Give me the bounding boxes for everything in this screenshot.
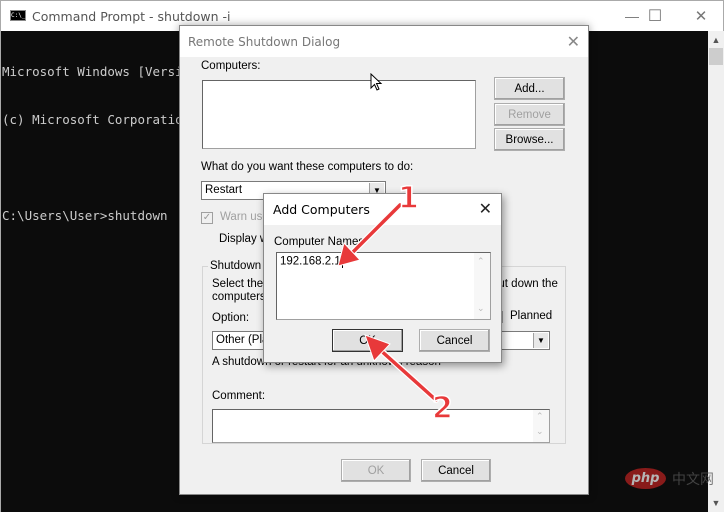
rsd-title: Remote Shutdown Dialog — [188, 35, 341, 49]
names-scrollbar[interactable]: ⌃ ⌄ — [474, 253, 490, 319]
warn-users-checkbox[interactable]: ✓ — [201, 212, 213, 224]
scroll-up-icon[interactable]: ⌃ — [536, 411, 544, 422]
text-caret — [341, 255, 343, 268]
rsd-close-icon[interactable]: ✕ — [567, 32, 580, 52]
acd-close-icon[interactable]: ✕ — [479, 199, 492, 219]
close-button[interactable]: ✕ — [678, 1, 724, 31]
close-icon: ✕ — [694, 8, 708, 25]
mouse-cursor-icon — [370, 73, 383, 91]
acd-title: Add Computers — [273, 202, 370, 217]
computer-names-label: Computer Names — [274, 236, 365, 248]
option-label: Option: — [212, 312, 250, 324]
php-logo: php — [625, 468, 666, 489]
scroll-down-icon[interactable]: ⌄ — [477, 303, 485, 314]
console-title: Command Prompt - shutdown -i — [32, 9, 231, 24]
scroll-thumb[interactable] — [709, 48, 723, 65]
computers-list[interactable] — [202, 80, 476, 149]
chevron-down-icon: ▼ — [533, 333, 548, 348]
computers-label: Computers: — [201, 60, 261, 72]
scroll-up-icon[interactable]: ▲ — [708, 32, 724, 48]
comment-input[interactable]: ⌃ ⌄ — [212, 409, 550, 443]
select-reason-text-2: computers — [212, 291, 266, 303]
scroll-down-icon[interactable]: ▼ — [708, 495, 724, 511]
maximize-button[interactable]: ☐ — [632, 1, 678, 31]
console-scrollbar[interactable]: ▲ ▼ — [708, 31, 724, 512]
add-button[interactable]: Add... — [494, 77, 565, 100]
remove-button[interactable]: Remove — [494, 103, 565, 126]
cmd-icon: C:\_ — [10, 10, 26, 21]
computer-names-value: 192.168.2.1 — [280, 255, 341, 268]
comment-scrollbar[interactable]: ⌃ ⌄ — [533, 410, 549, 442]
scroll-down-icon[interactable]: ⌄ — [536, 426, 544, 437]
add-computers-ok-button[interactable]: OK — [332, 329, 403, 352]
rsd-ok-button[interactable]: OK — [341, 459, 411, 482]
php-watermark: php 中文网 — [625, 468, 714, 489]
browse-button[interactable]: Browse... — [494, 128, 565, 151]
scroll-up-icon[interactable]: ⌃ — [477, 256, 485, 267]
comment-label: Comment: — [212, 390, 266, 402]
rsd-title-bar[interactable]: Remote Shutdown Dialog ✕ — [180, 26, 588, 57]
watermark-text: 中文网 — [672, 471, 714, 488]
add-computers-cancel-button[interactable]: Cancel — [419, 329, 490, 352]
rsd-cancel-button[interactable]: Cancel — [421, 459, 491, 482]
add-computers-dialog: Add Computers ✕ Computer Names 192.168.2… — [263, 193, 502, 363]
computer-names-input[interactable]: 192.168.2.1 ⌃ ⌄ — [276, 252, 491, 320]
action-label: What do you want these computers to do: — [201, 161, 414, 173]
maximize-icon: ☐ — [647, 8, 663, 25]
planned-label: Planned — [510, 310, 553, 322]
acd-title-bar[interactable]: Add Computers ✕ — [264, 194, 501, 225]
action-value: Restart — [205, 184, 243, 196]
